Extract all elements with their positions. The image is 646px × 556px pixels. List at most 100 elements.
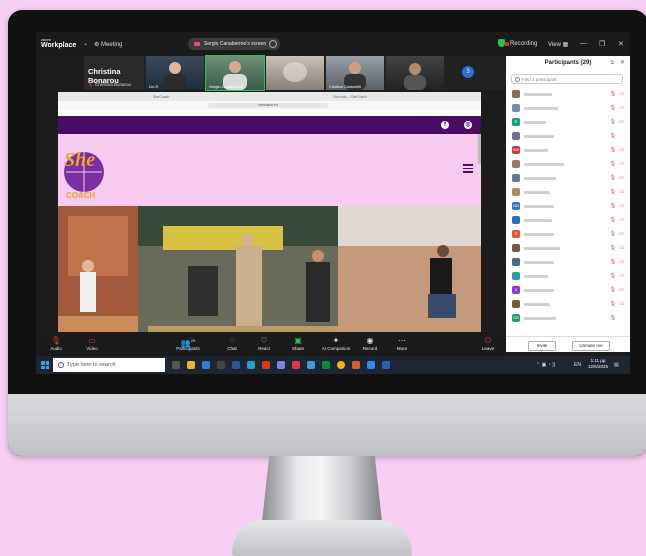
participant-row[interactable]: 🎙 ▭ bbox=[512, 160, 624, 170]
microphone-muted-icon[interactable]: 🎙 bbox=[610, 245, 616, 251]
video-off-icon[interactable]: ▭ bbox=[619, 245, 624, 251]
chevron-down-icon[interactable]: ⌄ bbox=[83, 40, 88, 47]
restore-icon[interactable]: ❐ bbox=[599, 40, 605, 48]
url-field[interactable]: shecoach.eu bbox=[208, 103, 328, 108]
video-off-icon[interactable]: ▭ bbox=[619, 217, 624, 223]
video-off-icon[interactable]: ▭ bbox=[619, 287, 624, 293]
video-off-icon[interactable]: ▭ bbox=[619, 189, 624, 195]
browser-tab[interactable]: SheCoach bbox=[153, 95, 169, 99]
teams-icon[interactable] bbox=[277, 361, 285, 369]
taskbar-clock[interactable]: 1:11 µµ 12/6/2025 bbox=[588, 358, 608, 370]
language-indicator[interactable]: EN bbox=[574, 362, 581, 368]
minimize-icon[interactable]: — bbox=[580, 40, 587, 47]
microphone-muted-icon[interactable]: 🎙 bbox=[610, 147, 616, 153]
app-icon[interactable] bbox=[307, 361, 315, 369]
participant-row[interactable]: CR 🎙 bbox=[512, 314, 624, 324]
participant-row[interactable]: K 🎙 ▭ bbox=[512, 286, 624, 296]
microphone-muted-icon[interactable]: 🎙 bbox=[610, 301, 616, 307]
close-panel-icon[interactable]: ✕ bbox=[620, 56, 625, 70]
acrobat-icon[interactable] bbox=[292, 361, 300, 369]
instagram-icon[interactable]: ◎ bbox=[464, 121, 472, 129]
video-off-icon[interactable]: ▭ bbox=[619, 147, 624, 153]
microphone-muted-icon[interactable]: 🎙 bbox=[610, 189, 616, 195]
microphone-muted-icon[interactable]: 🎙 bbox=[610, 287, 616, 293]
facebook-icon[interactable]: f bbox=[441, 121, 449, 129]
microphone-muted-icon[interactable]: 🎙 bbox=[610, 231, 616, 237]
participant-row[interactable]: AW 🎙 ▭ bbox=[512, 146, 624, 156]
video-off-icon[interactable]: ▭ bbox=[619, 91, 624, 97]
microphone-muted-icon[interactable]: 🎙 bbox=[610, 105, 616, 111]
participant-row[interactable]: GN 🎙 ▭ bbox=[512, 202, 624, 212]
video-off-icon[interactable]: ▭ bbox=[619, 119, 624, 125]
share-options-icon[interactable] bbox=[269, 40, 277, 48]
participant-row[interactable]: R 🎙 ▭ bbox=[512, 230, 624, 240]
close-icon[interactable]: ✕ bbox=[618, 40, 624, 48]
gallery-page-badge[interactable]: 3 bbox=[462, 66, 474, 78]
popout-icon[interactable]: ⧉ bbox=[610, 56, 614, 70]
invite-button[interactable]: Invite bbox=[528, 341, 556, 351]
participant-row[interactable]: 🎙 ▭ bbox=[512, 104, 624, 114]
microphone-muted-icon[interactable]: 🎙 bbox=[610, 273, 616, 279]
video-tile[interactable]: Sergio Canaberroe bbox=[205, 55, 265, 91]
view-menu[interactable]: View ▦ bbox=[548, 41, 568, 48]
chrome-icon[interactable] bbox=[337, 361, 345, 369]
file-explorer-icon[interactable] bbox=[187, 361, 195, 369]
participant-row[interactable]: E 🎙 ▭ bbox=[512, 118, 624, 128]
microphone-muted-icon[interactable]: 🎙 bbox=[610, 315, 616, 321]
participant-row[interactable]: 🎙 ▭ bbox=[512, 272, 624, 282]
excel-icon[interactable] bbox=[322, 361, 330, 369]
browser-tab[interactable]: Seconds – SheCoach bbox=[333, 95, 367, 99]
app-icon[interactable] bbox=[382, 361, 390, 369]
word-icon[interactable] bbox=[232, 361, 240, 369]
video-off-icon[interactable]: ▭ bbox=[619, 161, 624, 167]
participant-row[interactable]: 🎙 ▭ bbox=[512, 300, 624, 310]
share-button[interactable]: ▣ Share bbox=[278, 335, 318, 351]
app-icon[interactable] bbox=[352, 361, 360, 369]
shecoach-logo[interactable]: She COACH bbox=[60, 142, 108, 200]
microphone-muted-icon[interactable]: 🎙 bbox=[610, 119, 616, 125]
microphone-muted-icon[interactable]: 🎙 bbox=[610, 161, 616, 167]
participant-row[interactable]: 🎙 ▭ bbox=[512, 188, 624, 198]
screen-share-indicator[interactable]: Sergio Canaberroe's screen bbox=[188, 38, 280, 50]
taskbar-search-input[interactable]: Type here to search bbox=[53, 358, 165, 372]
microphone-muted-icon[interactable]: 🎙 bbox=[610, 203, 616, 209]
active-speaker-tile[interactable]: Christina Bonarou 🎙 Christina Bonarou bbox=[84, 56, 144, 90]
microphone-muted-icon[interactable]: 🎙 bbox=[610, 217, 616, 223]
tray-icons[interactable]: ⌃ ▣ ◔ )) bbox=[536, 362, 555, 368]
powerpoint-icon[interactable] bbox=[262, 361, 270, 369]
security-shield-icon[interactable] bbox=[498, 39, 505, 47]
task-view-icon[interactable] bbox=[172, 361, 180, 369]
hamburger-menu-icon[interactable] bbox=[463, 164, 473, 175]
participant-row[interactable]: 🎙 ▭ bbox=[512, 258, 624, 268]
more-button[interactable]: ⋯ More bbox=[382, 335, 422, 351]
app-icon[interactable] bbox=[217, 361, 225, 369]
microphone-muted-icon[interactable]: 🎙 bbox=[610, 175, 616, 181]
recording-indicator[interactable]: Recording bbox=[504, 41, 537, 47]
browser-scrollbar[interactable] bbox=[478, 134, 481, 164]
participant-row[interactable]: 🎙 ▭ bbox=[512, 90, 624, 100]
video-tile[interactable] bbox=[386, 56, 444, 90]
video-off-icon[interactable]: ▭ bbox=[619, 105, 624, 111]
microphone-muted-icon[interactable]: 🎙 bbox=[610, 259, 616, 265]
video-off-icon[interactable]: ▭ bbox=[619, 301, 624, 307]
video-off-icon[interactable]: ▭ bbox=[619, 273, 624, 279]
video-off-icon[interactable]: ▭ bbox=[619, 259, 624, 265]
video-off-icon[interactable]: ▭ bbox=[619, 175, 624, 181]
zoom-icon[interactable] bbox=[367, 361, 375, 369]
video-off-icon[interactable]: ▭ bbox=[619, 231, 624, 237]
microphone-muted-icon[interactable]: 🎙 bbox=[610, 91, 616, 97]
participant-row[interactable]: 🎙 bbox=[512, 132, 624, 142]
participant-row[interactable]: 🎙 ▭ bbox=[512, 216, 624, 226]
windows-start-icon[interactable] bbox=[41, 361, 49, 369]
edge-icon[interactable] bbox=[247, 361, 255, 369]
participant-row[interactable]: 🎙 ▭ bbox=[512, 174, 624, 184]
video-tile[interactable] bbox=[266, 56, 324, 90]
participant-row[interactable]: 🎙 ▭ bbox=[512, 244, 624, 254]
leave-button[interactable]: ⏻ Leave bbox=[476, 335, 500, 351]
meeting-menu[interactable]: ⚙ Meeting bbox=[94, 41, 122, 48]
notifications-icon[interactable]: ▤ bbox=[614, 362, 619, 368]
participants-button[interactable]: 👥29 Participants bbox=[168, 335, 208, 351]
mail-icon[interactable] bbox=[202, 361, 210, 369]
video-off-icon[interactable]: ▭ bbox=[619, 203, 624, 209]
video-button[interactable]: ▭ Video bbox=[72, 335, 112, 351]
